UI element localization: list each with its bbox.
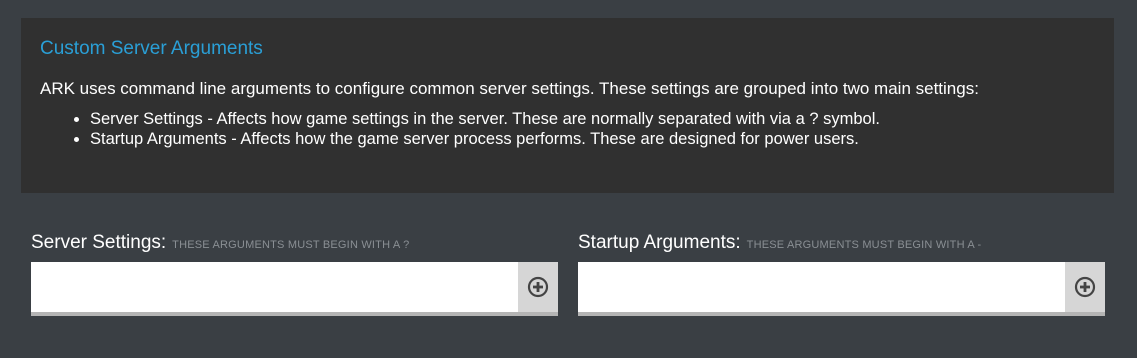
startup-arguments-label-row: Startup Arguments: These arguments must … [578,228,1105,258]
list-item: Server Settings - Affects how game setti… [90,109,1095,129]
startup-arguments-input[interactable] [578,262,1065,312]
info-title: Custom Server Arguments [40,38,263,59]
plus-circle-icon [1074,276,1096,298]
server-settings-label: Server Settings: [31,232,167,253]
server-settings-hint: These arguments must begin with a ? [172,239,410,251]
startup-arguments-group: Startup Arguments: These arguments must … [578,228,1105,316]
server-settings-add-button[interactable] [518,262,558,312]
info-description: ARK uses command line arguments to confi… [40,79,979,98]
startup-arguments-input-row [578,262,1105,316]
startup-arguments-hint: These arguments must begin with a - [746,239,982,251]
server-settings-group: Server Settings: These arguments must be… [31,228,558,316]
server-settings-label-row: Server Settings: These arguments must be… [31,228,558,258]
list-item: Startup Arguments - Affects how the game… [90,129,1095,149]
plus-circle-icon [527,276,549,298]
startup-arguments-add-button[interactable] [1065,262,1105,312]
server-settings-input[interactable] [31,262,518,312]
startup-arguments-label: Startup Arguments: [578,232,741,253]
server-settings-input-row [31,262,558,316]
info-list: Server Settings - Affects how game setti… [40,109,1095,149]
info-panel: Custom Server Arguments ARK uses command… [21,18,1114,193]
